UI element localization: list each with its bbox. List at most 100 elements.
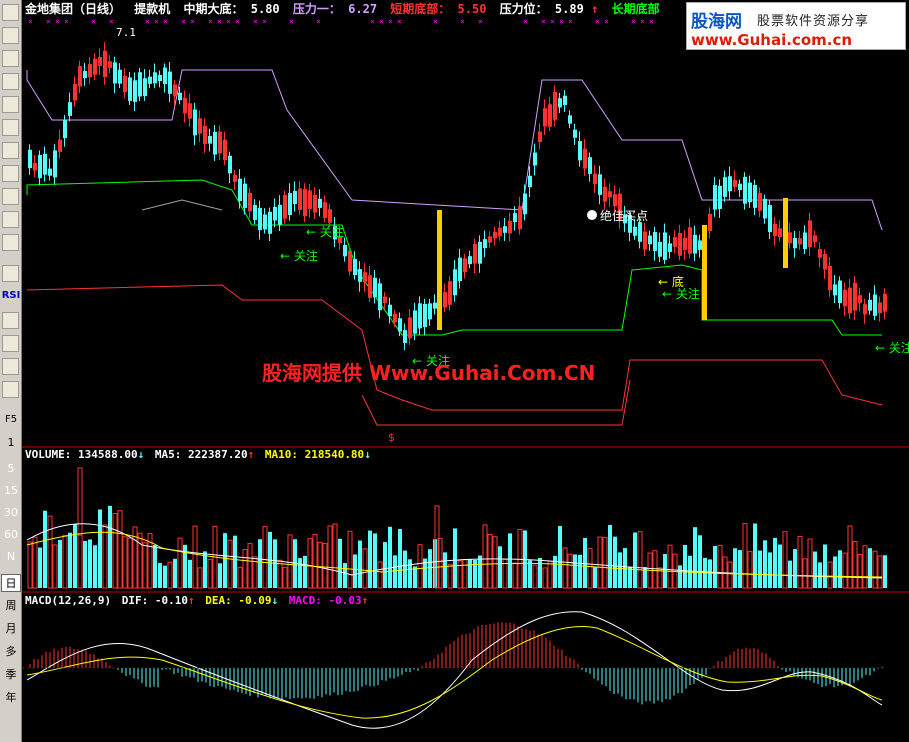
indicator-icon[interactable] bbox=[2, 265, 19, 282]
volume-bar bbox=[542, 567, 548, 589]
candle-body bbox=[698, 240, 702, 250]
signal-marker: × bbox=[595, 17, 600, 26]
period-month-button[interactable]: 月 bbox=[1, 620, 21, 636]
candle-body bbox=[743, 176, 747, 204]
candle-body bbox=[298, 188, 302, 210]
candle-body bbox=[593, 173, 597, 184]
stock-chart[interactable]: 金地集团（日线） 提款机 中期大底： 5.80 压力一： 6.27 短期底部： … bbox=[22, 0, 909, 742]
candle-body bbox=[183, 97, 187, 114]
candle-body bbox=[448, 281, 452, 305]
candle-body bbox=[108, 61, 112, 68]
candle-body bbox=[313, 194, 317, 213]
grid-icon[interactable] bbox=[2, 27, 19, 44]
volume-bar bbox=[373, 533, 377, 588]
volume-bar bbox=[322, 543, 328, 589]
volume-bar bbox=[573, 554, 577, 588]
f5-button[interactable]: F5 bbox=[1, 414, 21, 425]
candle-body bbox=[508, 220, 512, 234]
table-icon[interactable] bbox=[2, 4, 19, 21]
signal-marker: × bbox=[397, 17, 402, 26]
period-season-button[interactable]: 季 bbox=[1, 666, 21, 682]
volume-bar bbox=[83, 540, 87, 588]
volume-bar bbox=[462, 559, 468, 589]
signal-marker: × bbox=[46, 17, 51, 26]
left-toolbar: RSI F5 1 日 周 月 多 季 年 bbox=[0, 0, 22, 742]
candle-body bbox=[263, 214, 267, 230]
candle-body bbox=[538, 131, 542, 143]
volume-bar bbox=[802, 558, 808, 589]
document-icon[interactable] bbox=[2, 142, 19, 159]
volume-bar bbox=[207, 558, 213, 589]
candle-body bbox=[38, 154, 42, 179]
candle-body bbox=[368, 275, 372, 298]
pencil-icon[interactable] bbox=[2, 381, 19, 398]
candle-body bbox=[73, 84, 77, 101]
candle-body bbox=[353, 258, 357, 276]
period-1-button[interactable]: 1 bbox=[1, 436, 21, 449]
volume-bar bbox=[417, 544, 423, 589]
candle-body bbox=[118, 69, 122, 84]
candle-body bbox=[358, 269, 362, 282]
volume-bar bbox=[468, 558, 472, 588]
signal-marker: × bbox=[460, 17, 465, 26]
candle-body bbox=[708, 213, 712, 231]
volume-bar bbox=[122, 536, 128, 589]
candle-body bbox=[348, 250, 352, 272]
report-icon[interactable] bbox=[2, 211, 19, 228]
candle-body bbox=[473, 243, 477, 264]
volume-bar bbox=[117, 510, 123, 589]
volume-bar bbox=[727, 561, 733, 589]
logo-tagline: 股票软件资源分享 bbox=[757, 14, 870, 29]
volume-bar bbox=[738, 550, 742, 588]
candle-body bbox=[723, 177, 727, 197]
volume-bar bbox=[868, 548, 872, 588]
volume-bar bbox=[62, 534, 68, 589]
chart-bar-icon[interactable] bbox=[2, 96, 19, 113]
volume-bar bbox=[492, 536, 498, 589]
notes-icon[interactable] bbox=[2, 165, 19, 182]
signal-marker: × bbox=[217, 17, 222, 26]
candle-body bbox=[833, 284, 837, 296]
list-icon[interactable] bbox=[2, 50, 19, 67]
period-week-button[interactable]: 周 bbox=[1, 597, 21, 613]
candle-body bbox=[678, 232, 682, 256]
candle-body bbox=[693, 234, 697, 254]
volume-bar bbox=[312, 533, 318, 589]
search-icon[interactable] bbox=[2, 234, 19, 251]
f12-icon[interactable] bbox=[2, 188, 19, 205]
candle-body bbox=[873, 294, 877, 316]
signal-marker: × bbox=[433, 17, 438, 26]
volume-bar bbox=[512, 562, 518, 589]
candle-body bbox=[773, 223, 777, 236]
pressure-value: 5.89 bbox=[555, 2, 584, 16]
signal-marker: × bbox=[604, 17, 609, 26]
signal-marker: × bbox=[640, 17, 645, 26]
period-day-button[interactable]: 日 bbox=[1, 574, 21, 592]
candle-body bbox=[123, 75, 127, 92]
exit-icon[interactable] bbox=[2, 358, 19, 375]
period-year-button[interactable]: 年 bbox=[1, 689, 21, 705]
volume-bar bbox=[823, 544, 827, 588]
f10-icon[interactable] bbox=[2, 119, 19, 136]
candle-body bbox=[673, 237, 677, 247]
volume-bar bbox=[398, 529, 402, 588]
candle-body bbox=[143, 78, 147, 97]
chart-line-icon[interactable] bbox=[2, 73, 19, 90]
period-multi-button[interactable]: 多 bbox=[1, 643, 21, 659]
move-icon[interactable] bbox=[2, 335, 19, 352]
signal-marker: × bbox=[208, 17, 213, 26]
pressure1-value: 6.27 bbox=[348, 2, 377, 16]
dollar-icon[interactable] bbox=[2, 312, 19, 329]
candle-body bbox=[403, 330, 407, 343]
volume-bar bbox=[408, 559, 412, 588]
candle-body bbox=[383, 296, 387, 303]
rsi-button[interactable]: RSI bbox=[1, 290, 21, 301]
volume-bar bbox=[188, 559, 192, 588]
candle-body bbox=[728, 176, 732, 192]
volume-bar bbox=[768, 552, 772, 588]
candle-body bbox=[768, 204, 772, 233]
volume-axis-label: 15 bbox=[4, 484, 18, 497]
best-buy-dot bbox=[587, 210, 597, 220]
candle-body bbox=[168, 71, 172, 94]
signal-marker: × bbox=[64, 17, 69, 26]
